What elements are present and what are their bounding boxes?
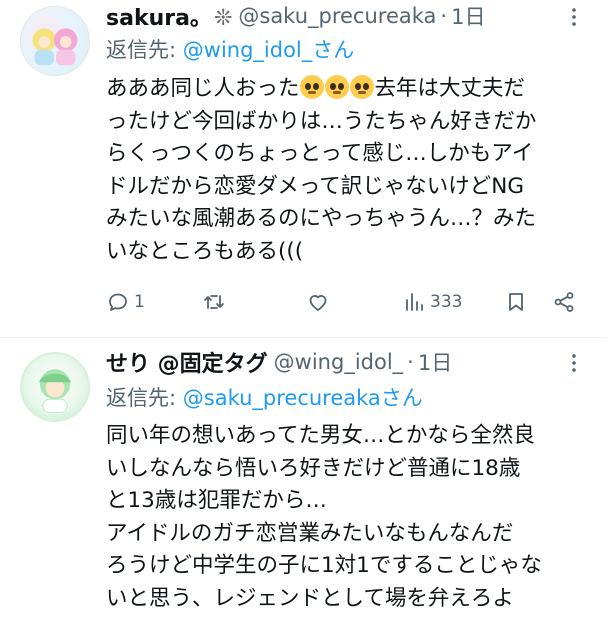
tweet-text-line: ドルだから恋愛ダメって訳じゃないけどNG — [106, 173, 525, 199]
avatar[interactable] — [20, 352, 90, 422]
tweet-header: せり @固定タグ @wing_idol_ · 1日 — [106, 346, 597, 378]
tweet-text-line: いしなんなら悟いろ好きだけど普通に18歳 — [106, 455, 521, 481]
like-icon — [309, 295, 327, 311]
bookmark-icon — [509, 293, 523, 311]
tweet-text: あああ同じ人おった 去年は大丈夫だ ったけど今回ばかりは…うたちゃん好きだか らく… — [106, 73, 596, 268]
reply-button[interactable]: 1 — [106, 282, 145, 322]
reply-icon — [109, 293, 127, 311]
tweet-actions: 1 333 — [106, 282, 586, 322]
timestamp[interactable]: 1日 — [451, 1, 485, 31]
display-name[interactable]: せり @固定タグ — [106, 346, 268, 378]
more-icon[interactable] — [559, 2, 589, 32]
tweet-text-line: と13歳は犯罪だから… — [106, 488, 327, 513]
reply-prefix: 返信先: — [106, 38, 183, 62]
tweet-text-line: ろうけど中学生の子に1対1ですることじゃな — [106, 553, 542, 578]
tweet-text-line: いなところもある((( — [106, 238, 304, 264]
reply-to-line: 返信先: @wing_idol_さん — [106, 34, 354, 64]
timestamp[interactable]: 1日 — [418, 347, 452, 377]
avatar-image — [38, 369, 72, 413]
separator-dot: · — [407, 350, 414, 374]
tweet-text-line: 同い年の想いあってた男女…とかなら全然良 — [106, 423, 535, 448]
tweet-text-line: みたいな風潮あるのにやっちゃうん…？みた — [106, 206, 537, 231]
more-icon[interactable] — [559, 348, 589, 378]
views-button[interactable]: 333 — [402, 282, 462, 322]
bookmark-button[interactable] — [504, 282, 528, 322]
tweet-header: sakura。❊ @saku_precureaka · 1日 — [106, 0, 597, 32]
tweet-text-line: ったけど今回ばかりは…うたちゃん好きだか — [106, 108, 537, 134]
user-handle[interactable]: @wing_idol_ — [274, 350, 404, 374]
tweet-text-line: アイドルのガチ恋営業みたいなもんなんだ — [106, 520, 514, 546]
reply-prefix: 返信先: — [106, 386, 183, 410]
tweet-text-line: いと思う、レジェンドとして場を弁えろよ — [106, 585, 514, 611]
reply-mention-link[interactable]: @saku_precureakaさん — [183, 386, 423, 410]
views-count: 333 — [430, 292, 463, 312]
avatar[interactable] — [20, 6, 90, 76]
pleading-face-emoji — [324, 75, 349, 99]
share-button[interactable] — [552, 282, 576, 322]
retweet-button[interactable] — [202, 282, 226, 322]
user-handle[interactable]: @saku_precureaka — [238, 4, 436, 28]
pleading-face-emoji — [349, 75, 374, 99]
display-name[interactable]: sakura。❊ — [106, 0, 232, 32]
retweet-icon — [204, 295, 224, 309]
pleading-face-emoji — [299, 75, 324, 99]
like-button[interactable] — [306, 282, 330, 322]
tweet-text-line: らくっつくのちょっとって感じ…しかもアイ — [106, 141, 534, 166]
avatar-image — [32, 28, 78, 66]
reply-count: 1 — [134, 292, 145, 312]
tweet-text-line: あああ同じ人おった 去年は大丈夫だ — [106, 75, 526, 101]
share-icon — [554, 292, 574, 312]
tweet-text: 同い年の想いあってた男女…とかなら全然良 いしなんなら悟いろ好きだけど普通に18… — [106, 420, 596, 615]
views-icon — [406, 293, 423, 311]
separator-dot: · — [440, 4, 448, 28]
reply-mention-link[interactable]: @wing_idol_さん — [183, 38, 355, 62]
reply-to-line: 返信先: @saku_precureakaさん — [106, 382, 423, 412]
tweet-1[interactable]: sakura。❊ @saku_precureaka · 1日 返信先: @win… — [0, 0, 607, 338]
